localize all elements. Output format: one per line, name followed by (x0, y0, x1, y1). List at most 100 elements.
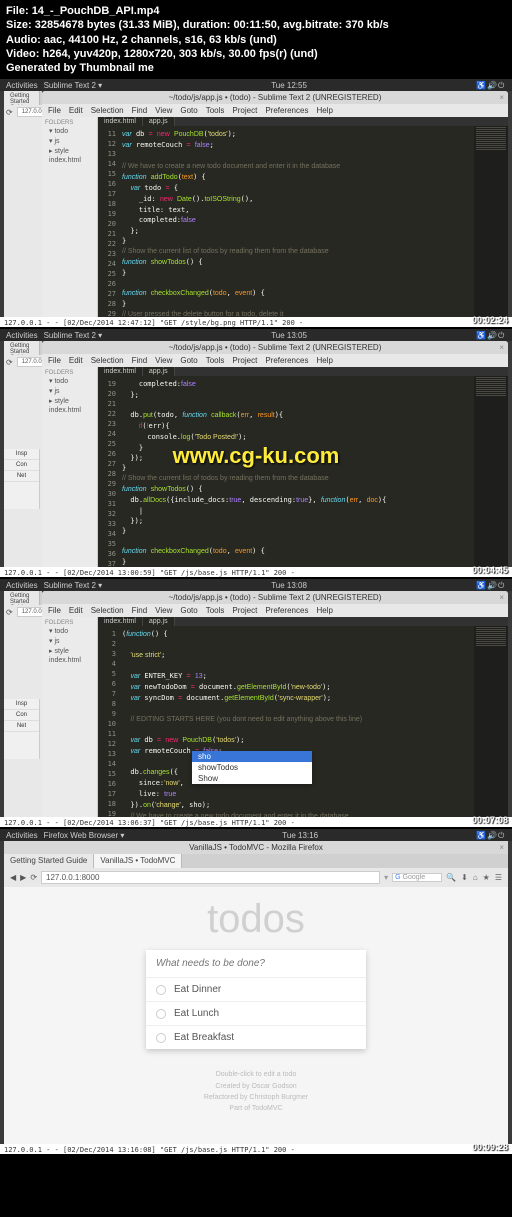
menu-view[interactable]: View (155, 606, 172, 615)
folder-style[interactable]: ▸ style (45, 146, 94, 156)
browser-tab-todomvc[interactable]: VanillaJS • TodoMVC (94, 854, 182, 868)
folder-todo[interactable]: ▾ todo (45, 626, 94, 636)
activities-button[interactable]: Activities (6, 831, 38, 840)
tab-app-js[interactable]: app.js (143, 117, 175, 126)
folder-sidebar[interactable]: FOLDERS ▾ todo ▾ js ▸ style index.html (42, 367, 98, 567)
autocomplete-popup[interactable]: sho showTodos Show (192, 751, 312, 784)
back-icon[interactable]: ◀ (10, 873, 16, 882)
todo-checkbox[interactable] (156, 1009, 166, 1019)
browser-tab[interactable]: Getting Started Guide (4, 591, 40, 605)
todo-checkbox[interactable] (156, 1033, 166, 1043)
search-box[interactable]: G Google (392, 873, 442, 882)
menu-icon[interactable]: ☰ (495, 873, 502, 882)
tab-index-html[interactable]: index.html (98, 367, 143, 376)
menu-selection[interactable]: Selection (91, 606, 124, 615)
folder-js[interactable]: ▾ js (45, 386, 94, 396)
menu-find[interactable]: Find (132, 606, 148, 615)
menu-help[interactable]: Help (316, 356, 332, 365)
forward-icon[interactable]: ▶ (20, 873, 26, 882)
close-icon[interactable]: × (499, 93, 504, 102)
menu-tools[interactable]: Tools (206, 106, 225, 115)
menu-file[interactable]: File (48, 356, 61, 365)
bookmark-icon[interactable]: ★ (483, 873, 490, 882)
menu-tools[interactable]: Tools (206, 606, 225, 615)
reload-icon[interactable]: ⟳ (30, 873, 37, 882)
folder-sidebar[interactable]: FOLDERS ▾ todo ▾ js ▸ style index.html (42, 117, 98, 317)
folder-style[interactable]: ▸ style (45, 396, 94, 406)
todo-item[interactable]: Eat Dinner (146, 977, 366, 1001)
menubar[interactable]: FileEditSelectionFindViewGotoToolsProjec… (42, 604, 508, 617)
browser-tab[interactable]: Getting Started Guide (4, 341, 40, 355)
menu-preferences[interactable]: Preferences (265, 356, 308, 365)
menu-view[interactable]: View (155, 356, 172, 365)
code-editor[interactable]: (function() { 'use strict'; var ENTER_KE… (120, 626, 474, 817)
system-tray[interactable]: ♿🔊⏻ (476, 831, 506, 839)
reload-icon[interactable]: ⟳ (6, 108, 13, 117)
menu-project[interactable]: Project (232, 356, 257, 365)
app-menu[interactable]: Firefox Web Browser ▾ (44, 831, 125, 840)
home-icon[interactable]: ⌂ (473, 873, 478, 882)
todo-item[interactable]: Eat Lunch (146, 1001, 366, 1025)
folder-js[interactable]: ▾ js (45, 136, 94, 146)
browser-tab-getting-started[interactable]: Getting Started Guide (4, 854, 94, 868)
minimap[interactable] (474, 626, 508, 817)
search-icon[interactable]: 🔍 (446, 873, 456, 882)
devtools-inspector[interactable]: Insp (4, 449, 39, 460)
devtools-console[interactable]: Con (4, 460, 39, 471)
todo-checkbox[interactable] (156, 985, 166, 995)
close-icon[interactable]: × (499, 343, 504, 352)
activities-button[interactable]: Activities (6, 81, 38, 90)
activities-button[interactable]: Activities (6, 581, 38, 590)
menu-selection[interactable]: Selection (91, 106, 124, 115)
menu-project[interactable]: Project (232, 606, 257, 615)
todo-item[interactable]: Eat Breakfast (146, 1025, 366, 1049)
folder-sidebar[interactable]: FOLDERS ▾ todo ▾ js ▸ style index.html (42, 617, 98, 817)
menu-find[interactable]: Find (132, 356, 148, 365)
tab-index-html[interactable]: index.html (98, 117, 143, 126)
browser-tab-getting-started[interactable]: Getting Started Guide (4, 91, 40, 105)
menu-goto[interactable]: Goto (180, 106, 197, 115)
autocomplete-item[interactable]: showTodos (192, 762, 312, 773)
code-editor[interactable]: completed:false }; db.put(todo, function… (120, 376, 474, 567)
menu-project[interactable]: Project (232, 106, 257, 115)
menu-view[interactable]: View (155, 106, 172, 115)
menu-goto[interactable]: Goto (180, 356, 197, 365)
menubar[interactable]: File Edit Selection Find View Goto Tools Projec… (42, 354, 508, 367)
menubar[interactable]: File Edit Selection Find View Goto Tools… (42, 104, 508, 117)
tab-index-html[interactable]: index.html (98, 617, 143, 626)
minimap[interactable] (474, 126, 508, 317)
tab-app-js[interactable]: app.js (143, 367, 175, 376)
system-tray[interactable]: ♿🔊⏻ (476, 581, 506, 589)
folder-js[interactable]: ▾ js (45, 636, 94, 646)
menu-find[interactable]: Find (132, 106, 148, 115)
autocomplete-item[interactable]: Show (192, 773, 312, 784)
folder-todo[interactable]: ▾ todo (45, 126, 94, 136)
menu-help[interactable]: Help (316, 106, 332, 115)
menu-edit[interactable]: Edit (69, 356, 83, 365)
devtools-inspector[interactable]: Insp (4, 699, 39, 710)
menu-goto[interactable]: Goto (180, 606, 197, 615)
activities-button[interactable]: Activities (6, 331, 38, 340)
folder-style[interactable]: ▸ style (45, 646, 94, 656)
menu-preferences[interactable]: Preferences (265, 106, 308, 115)
system-tray[interactable]: ♿🔊⏻ (476, 331, 506, 339)
devtools-network[interactable]: Net (4, 721, 39, 732)
folder-todo[interactable]: ▾ todo (45, 376, 94, 386)
download-icon[interactable]: ⬇ (461, 873, 468, 882)
menu-edit[interactable]: Edit (69, 106, 83, 115)
url-bar[interactable]: 127.0.0.1:8000 (41, 871, 380, 884)
reload-icon[interactable]: ⟳ (6, 608, 13, 617)
reload-icon[interactable]: ⟳ (6, 358, 13, 367)
app-menu[interactable]: Sublime Text 2 ▾ (44, 81, 103, 90)
system-tray[interactable]: ♿🔊⏻ (476, 81, 506, 89)
menu-tools[interactable]: Tools (206, 356, 225, 365)
tab-app-js[interactable]: app.js (143, 617, 175, 626)
menu-file[interactable]: File (48, 606, 61, 615)
close-icon[interactable]: × (499, 593, 504, 602)
menu-help[interactable]: Help (316, 606, 332, 615)
menu-file[interactable]: File (48, 106, 61, 115)
menu-preferences[interactable]: Preferences (265, 606, 308, 615)
menu-selection[interactable]: Selection (91, 356, 124, 365)
code-editor[interactable]: var db = new PouchDB('todos'); var remot… (120, 126, 474, 317)
autocomplete-item[interactable]: sho (192, 751, 312, 762)
